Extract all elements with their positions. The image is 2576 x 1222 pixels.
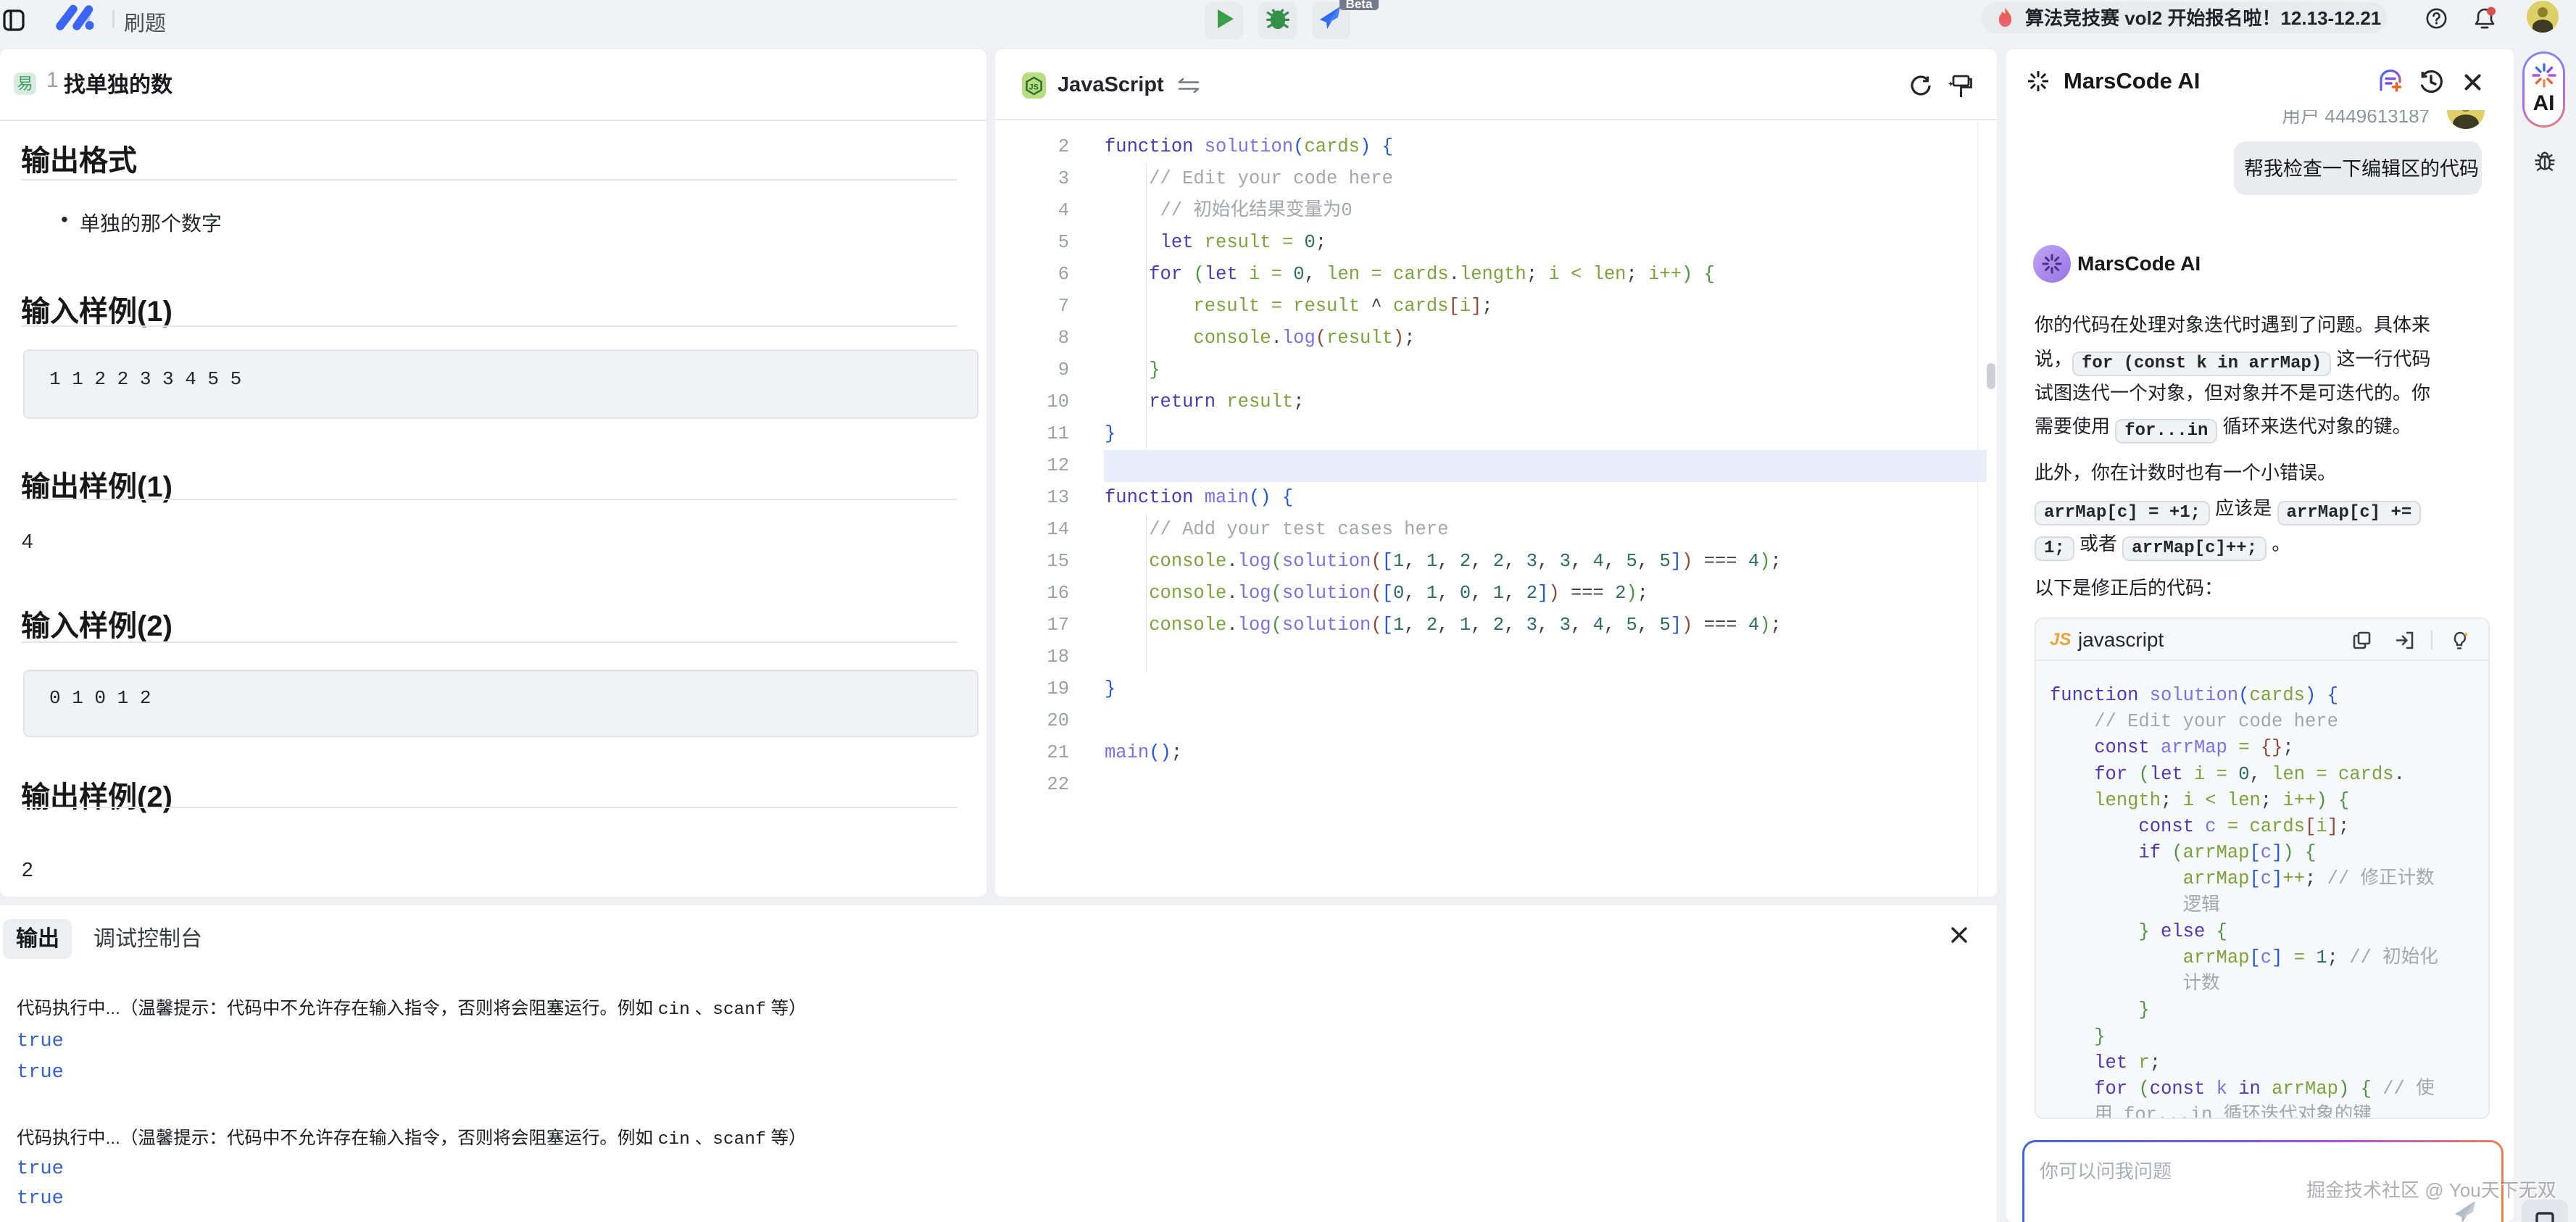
svg-text:JS: JS	[1029, 83, 1039, 92]
